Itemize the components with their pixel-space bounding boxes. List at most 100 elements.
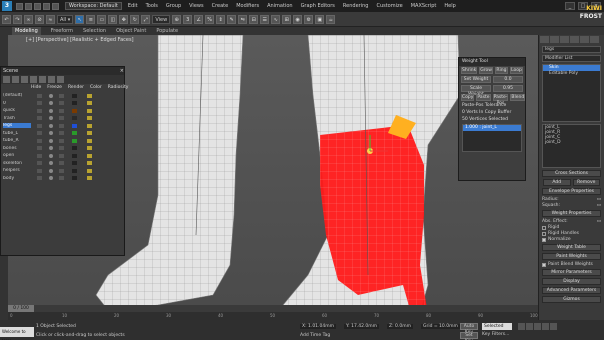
hide-toggle-icon[interactable] [37, 138, 42, 143]
select-scale-icon[interactable]: ⤢ [141, 14, 151, 24]
bind-spacewarp-icon[interactable]: ≈ [46, 14, 55, 24]
menu-item[interactable]: Graph Editors [301, 3, 335, 9]
layer-color-swatch[interactable] [72, 93, 77, 98]
render-toggle-icon[interactable] [59, 161, 64, 166]
mirror-icon[interactable]: ⇋ [238, 14, 248, 24]
radiosity-toggle-icon[interactable] [87, 131, 92, 136]
render-toggle-icon[interactable] [59, 153, 64, 158]
layer-row[interactable]: legs [1, 122, 124, 130]
schematic-view-icon[interactable]: ⊞ [282, 14, 292, 24]
freeze-toggle-icon[interactable] [49, 168, 53, 173]
layer-row[interactable]: tube_R [1, 137, 124, 145]
hide-all-icon[interactable] [48, 76, 55, 83]
selection-filter-select[interactable]: All ▾ [57, 14, 74, 24]
freeze-toggle-icon[interactable] [49, 161, 53, 166]
layer-color-swatch[interactable] [72, 161, 77, 166]
layer-row[interactable]: tube_L [1, 130, 124, 138]
layer-color-swatch[interactable] [72, 116, 77, 121]
minimize-icon[interactable]: _ [565, 2, 575, 10]
time-slider[interactable]: 0 / 100 [8, 305, 538, 312]
hide-toggle-icon[interactable] [37, 93, 42, 98]
layer-row[interactable]: quick [1, 107, 124, 115]
new-icon[interactable] [16, 2, 23, 10]
hide-toggle-icon[interactable] [37, 123, 42, 128]
menu-item[interactable]: Group [166, 3, 181, 9]
set-weight-value[interactable]: 0.0 [493, 76, 523, 83]
menu-item[interactable]: MAXScript [411, 3, 437, 9]
open-icon[interactable] [25, 2, 32, 10]
select-by-name-icon[interactable]: ≡ [86, 14, 96, 24]
hierarchy-tab-icon[interactable] [560, 36, 569, 43]
menu-item[interactable]: Create [212, 3, 229, 9]
mirror-parameters-rollout[interactable]: Mirror Parameters [542, 269, 601, 276]
reference-coordinate-select[interactable]: View [152, 14, 171, 24]
stack-item-editable-poly[interactable]: Editable Poly [543, 71, 600, 77]
save-icon[interactable] [34, 2, 41, 10]
weight-properties-rollout[interactable]: Weight Properties [542, 210, 601, 217]
key-mode-select[interactable]: Selected [482, 323, 512, 330]
layer-color-swatch[interactable] [72, 108, 77, 113]
rigid-checkbox[interactable] [542, 225, 546, 230]
hide-toggle-icon[interactable] [37, 108, 42, 113]
radiosity-toggle-icon[interactable] [87, 101, 92, 106]
angle-snap-icon[interactable]: ∠ [194, 14, 204, 24]
menu-item[interactable]: Animation [267, 3, 293, 9]
hide-toggle-icon[interactable] [37, 146, 42, 151]
auto-key-button[interactable]: Auto Key [460, 323, 478, 335]
undo-icon[interactable] [43, 2, 50, 10]
modifier-list-select[interactable]: Modifier List [542, 55, 601, 62]
layer-color-swatch[interactable] [72, 176, 77, 181]
layer-color-swatch[interactable] [72, 168, 77, 173]
delete-icon[interactable] [12, 76, 19, 83]
radiosity-toggle-icon[interactable] [87, 108, 92, 113]
grow-button[interactable]: Grow [479, 67, 493, 74]
scale-weight-button[interactable]: Scale Weight [461, 85, 491, 97]
hide-toggle-icon[interactable] [37, 168, 42, 173]
paint-blend-checkbox[interactable] [542, 262, 546, 267]
envelope-properties-rollout[interactable]: Envelope Properties [542, 188, 601, 195]
set-key-button[interactable]: Set Key [460, 332, 478, 340]
next-frame-icon[interactable] [542, 323, 549, 330]
weight-tool-title[interactable]: Weight Tool [459, 58, 525, 66]
app-logo-icon[interactable]: 3 [2, 1, 12, 11]
render-toggle-icon[interactable] [59, 108, 64, 113]
hide-toggle-icon[interactable] [37, 101, 42, 106]
paste-button[interactable]: Paste [476, 94, 491, 101]
paint-weights-button[interactable]: Paint Weights [542, 253, 601, 260]
layer-row[interactable]: (default) [1, 92, 124, 100]
scale-weight-value[interactable]: 0.95 [493, 85, 523, 92]
layer-manager-icon[interactable]: ☰ [260, 14, 270, 24]
previous-frame-icon[interactable] [526, 323, 533, 330]
radiosity-toggle-icon[interactable] [87, 116, 92, 121]
spinner-snap-icon[interactable]: ⇕ [216, 14, 226, 24]
timeline-ruler[interactable]: 0 10 20 30 40 50 60 70 80 90 100 [8, 312, 538, 320]
render-toggle-icon[interactable] [59, 123, 64, 128]
create-tab-icon[interactable] [540, 36, 549, 43]
radiosity-toggle-icon[interactable] [87, 153, 92, 158]
undo-icon[interactable]: ↶ [2, 14, 11, 24]
copy-button[interactable]: Copy [461, 94, 475, 101]
layer-color-swatch[interactable] [72, 123, 77, 128]
freeze-toggle-icon[interactable] [49, 146, 53, 151]
render-toggle-icon[interactable] [59, 146, 64, 151]
menu-item[interactable]: Help [444, 3, 455, 9]
modifier-stack[interactable]: Skin Editable Poly [542, 64, 601, 122]
render-toggle-icon[interactable] [59, 176, 64, 181]
radiosity-toggle-icon[interactable] [87, 138, 92, 143]
material-editor-icon[interactable]: ◉ [293, 14, 303, 24]
tab-object-paint[interactable]: Object Paint [116, 27, 146, 35]
column-radiosity[interactable]: Radiosity [108, 84, 129, 92]
bone-item[interactable]: joint_D [543, 140, 600, 145]
layer-row[interactable]: skeleton [1, 160, 124, 168]
loop-button[interactable]: Loop [509, 67, 524, 74]
render-toggle-icon[interactable] [59, 93, 64, 98]
freeze-toggle-icon[interactable] [49, 176, 53, 181]
freeze-toggle-icon[interactable] [49, 101, 53, 106]
utilities-tab-icon[interactable] [590, 36, 599, 43]
layer-row[interactable]: open [1, 152, 124, 160]
abs-effect-input[interactable]: ▭ [597, 219, 601, 224]
viewport-label[interactable]: [+] [Perspective] [Realistic + Edged Fac… [26, 37, 134, 43]
hide-toggle-icon[interactable] [37, 131, 42, 136]
named-selection-icon[interactable]: ✎ [227, 14, 237, 24]
column-hide[interactable]: Hide [31, 84, 41, 92]
